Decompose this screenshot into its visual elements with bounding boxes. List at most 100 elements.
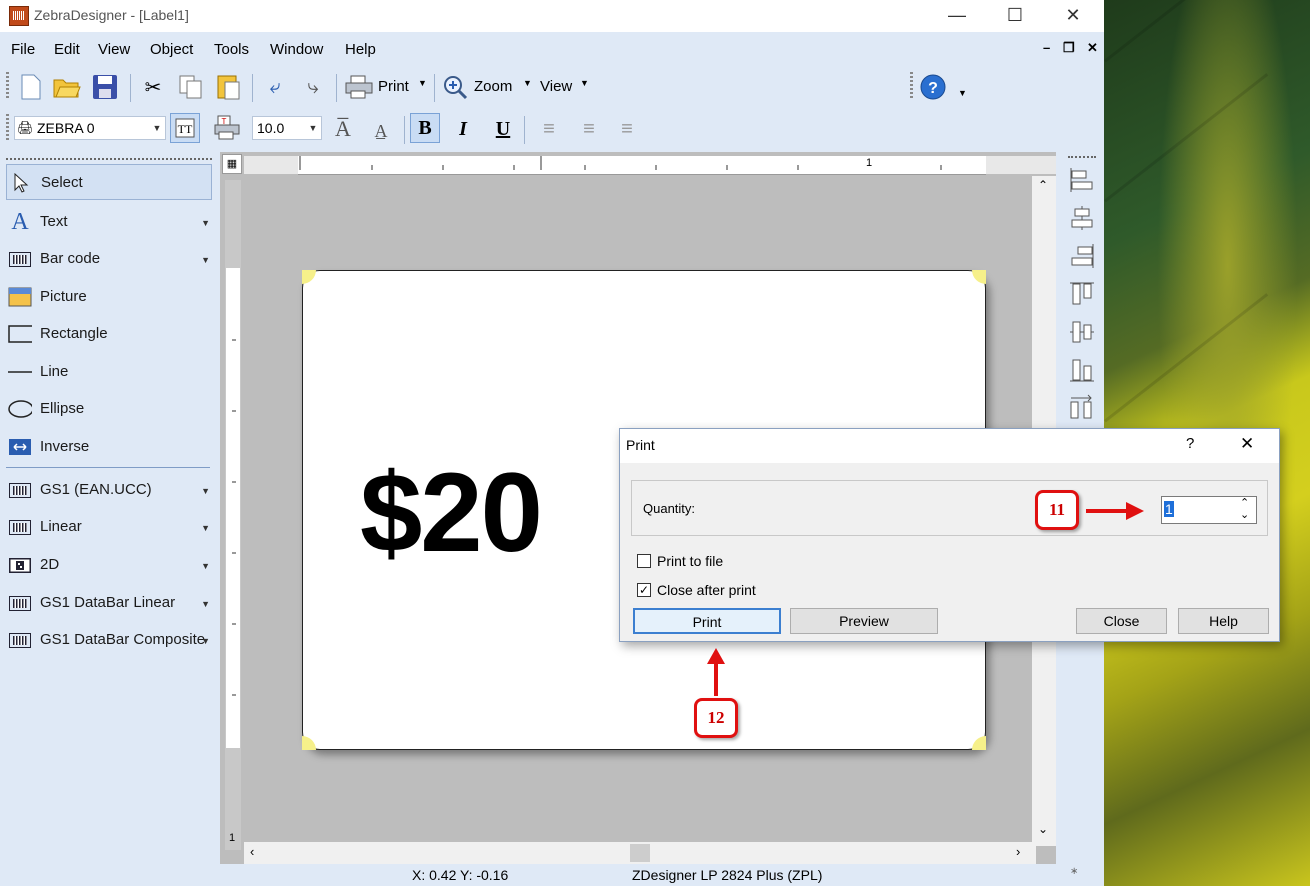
close-after-print-checkbox[interactable]: ✓: [637, 583, 651, 597]
chevron-down-icon[interactable]: ▼: [418, 78, 427, 88]
distribute-icon[interactable]: [1068, 394, 1096, 422]
mdi-close-button[interactable]: ✕: [1087, 40, 1098, 56]
align-left-edges-icon[interactable]: [1068, 166, 1096, 194]
close-button[interactable]: Close: [1076, 608, 1167, 634]
tool-gs1-databar-composite[interactable]: GS1 DataBar Composite ▼: [6, 622, 212, 658]
maximize-button[interactable]: ☐: [986, 0, 1044, 32]
tool-text[interactable]: A Text ▼: [6, 204, 212, 240]
print-button-label[interactable]: Print: [378, 78, 409, 95]
underline-icon[interactable]: U: [488, 114, 518, 144]
tool-gs1-databar-linear[interactable]: GS1 DataBar Linear ▼: [6, 585, 212, 621]
menu-tools[interactable]: Tools: [214, 41, 249, 58]
tool-line[interactable]: Line: [6, 354, 212, 390]
label-text-object[interactable]: $20: [360, 448, 543, 577]
scroll-left-icon[interactable]: ‹: [250, 844, 254, 859]
chevron-down-icon[interactable]: ▼: [201, 486, 210, 496]
tool-label: GS1 DataBar Linear: [40, 594, 176, 611]
mdi-minimize-button[interactable]: –: [1043, 40, 1050, 55]
ruler-label: 1: [866, 157, 873, 169]
tool-select[interactable]: Select: [6, 164, 212, 200]
chevron-down-icon[interactable]: ▼: [201, 561, 210, 571]
view-button-label[interactable]: View: [540, 78, 572, 95]
chevron-down-icon[interactable]: ▼: [201, 599, 210, 609]
print-to-file-checkbox[interactable]: [637, 554, 651, 568]
menu-file[interactable]: File: [11, 41, 35, 58]
bold-icon[interactable]: B: [410, 113, 440, 143]
tool-barcode[interactable]: Bar code ▼: [6, 241, 212, 277]
quantity-input[interactable]: 1 ⌃ ⌄: [1161, 496, 1257, 524]
scroll-thumb[interactable]: [630, 844, 650, 862]
align-centers-icon[interactable]: [1068, 204, 1096, 232]
horizontal-scrollbar[interactable]: ‹ ›: [244, 842, 1036, 864]
menu-edit[interactable]: Edit: [54, 41, 80, 58]
toolbar-grip[interactable]: [1068, 156, 1096, 158]
redo-icon[interactable]: ⤷: [298, 72, 328, 102]
italic-icon[interactable]: I: [448, 114, 478, 144]
minimize-button[interactable]: —: [928, 0, 986, 32]
new-file-icon[interactable]: [16, 72, 46, 102]
align-left-icon[interactable]: ≡: [534, 114, 564, 144]
tool-inverse[interactable]: Inverse: [6, 429, 212, 465]
menu-object[interactable]: Object: [150, 41, 193, 58]
chevron-down-icon[interactable]: ▼: [523, 78, 532, 88]
arrow-up-icon: [707, 648, 725, 696]
chevron-down-icon[interactable]: ▼: [580, 78, 589, 88]
copy-icon[interactable]: [176, 72, 206, 102]
font-size-value: 10.0: [257, 120, 285, 136]
tool-gs1-ean[interactable]: GS1 (EAN.UCC) ▼: [6, 472, 212, 508]
align-middles-icon[interactable]: [1068, 318, 1096, 346]
help-icon[interactable]: ?: [918, 72, 948, 102]
scroll-up-icon[interactable]: ⌃: [1038, 178, 1048, 192]
font-grow-icon[interactable]: A̅: [328, 114, 358, 144]
save-icon[interactable]: [90, 72, 120, 102]
align-tops-icon[interactable]: [1068, 280, 1096, 308]
dialog-help-button[interactable]: ?: [1186, 435, 1194, 452]
picture-icon: [8, 287, 32, 307]
printer-font-toggle-icon[interactable]: T: [212, 113, 242, 143]
open-folder-icon[interactable]: [52, 72, 82, 102]
help-button[interactable]: Help: [1178, 608, 1269, 634]
zoom-button-label[interactable]: Zoom: [474, 78, 512, 95]
undo-icon[interactable]: ⤶: [260, 72, 290, 102]
zoom-icon[interactable]: [440, 72, 470, 102]
close-window-button[interactable]: ✕: [1044, 0, 1102, 32]
dialog-close-icon[interactable]: ✕: [1240, 434, 1254, 454]
tool-rectangle[interactable]: Rectangle: [6, 316, 212, 352]
toolbar-grip[interactable]: [910, 72, 913, 100]
align-right-icon[interactable]: ≡: [612, 114, 642, 144]
panel-grip[interactable]: [6, 158, 212, 162]
toolbar-grip[interactable]: [6, 114, 9, 142]
menu-window[interactable]: Window: [270, 41, 323, 58]
chevron-down-icon[interactable]: ▼: [201, 523, 210, 533]
barcode-icon: [8, 593, 32, 613]
menu-view[interactable]: View: [98, 41, 130, 58]
font-shrink-icon[interactable]: A̲: [366, 116, 396, 146]
tool-2d[interactable]: 2D ▼: [6, 547, 212, 583]
truetype-font-icon[interactable]: TT: [170, 113, 200, 143]
align-right-edges-icon[interactable]: [1068, 242, 1096, 270]
scroll-right-icon[interactable]: ›: [1016, 844, 1020, 859]
menu-help[interactable]: Help: [345, 41, 376, 58]
ruler-units-icon[interactable]: ▦: [222, 154, 242, 174]
toolbar-grip[interactable]: [6, 72, 9, 100]
resize-grip-icon[interactable]: ∗: [1070, 866, 1078, 877]
scroll-down-icon[interactable]: ⌄: [1038, 822, 1048, 836]
paste-icon[interactable]: [214, 72, 244, 102]
chevron-down-icon[interactable]: ▼: [201, 255, 210, 265]
tool-picture[interactable]: Picture: [6, 279, 212, 315]
align-bottoms-icon[interactable]: [1068, 356, 1096, 384]
cut-icon[interactable]: ✂: [138, 72, 168, 102]
font-size-select[interactable]: 10.0 ▼: [252, 116, 322, 140]
mdi-restore-button[interactable]: ❐: [1063, 40, 1075, 56]
tool-ellipse[interactable]: Ellipse: [6, 391, 212, 427]
chevron-down-icon[interactable]: ▼: [201, 218, 210, 228]
chevron-down-icon[interactable]: ▼: [201, 636, 210, 646]
tool-linear[interactable]: Linear ▼: [6, 509, 212, 545]
printer-icon[interactable]: [344, 72, 374, 102]
printer-font-select[interactable]: 🖨 ZEBRA 0 ▼: [14, 116, 166, 140]
preview-button[interactable]: Preview: [790, 608, 938, 634]
spinner-down-icon[interactable]: ⌄: [1240, 508, 1249, 521]
toolbar-options-icon[interactable]: ▼: [958, 88, 967, 98]
align-center-icon[interactable]: ≡: [574, 114, 604, 144]
print-button[interactable]: Print: [633, 608, 781, 634]
